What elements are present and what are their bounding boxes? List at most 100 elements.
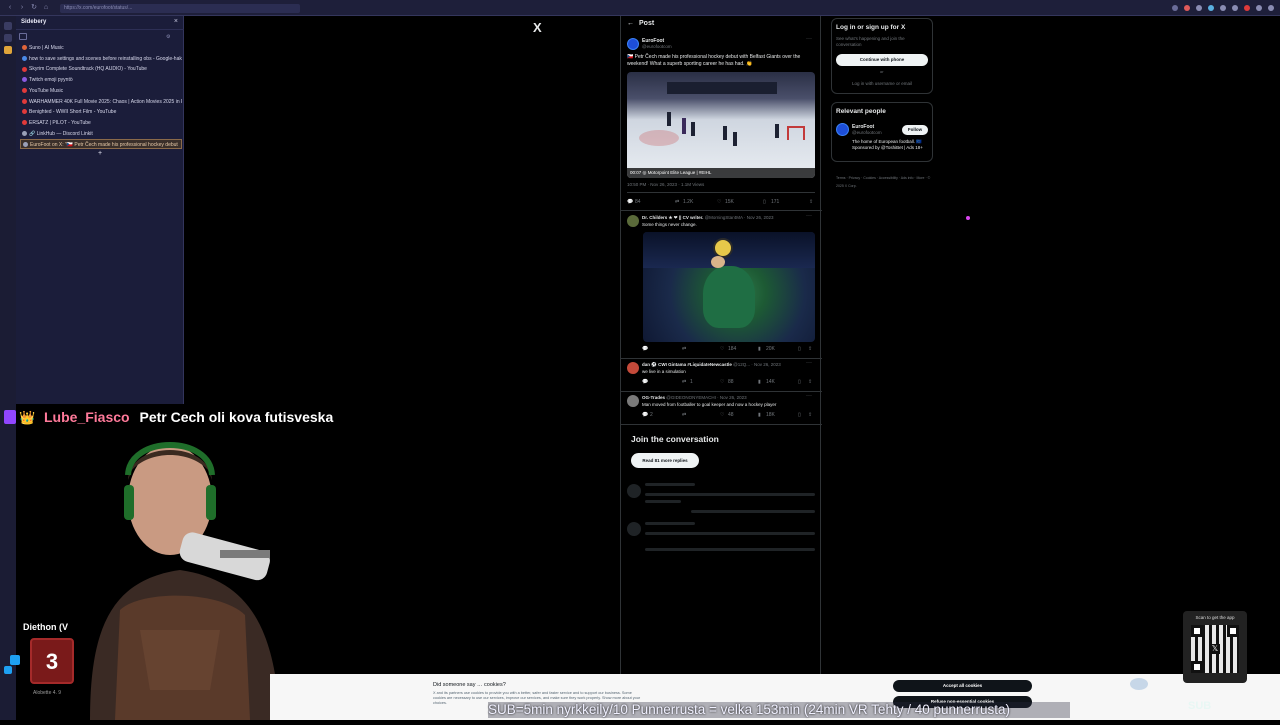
reply-handle[interactable]: @12Q... · Nov 26, 2023 <box>733 362 781 367</box>
read-more-replies-button[interactable]: Read 81 more replies <box>631 453 699 468</box>
back-icon[interactable]: ‹ <box>6 4 14 12</box>
crown-icon: 👑 <box>19 410 36 425</box>
footer-links[interactable]: Terms · Privacy · Cookies · Accessibilit… <box>836 174 932 190</box>
goalkeeper-image[interactable] <box>643 232 815 342</box>
panel-icon[interactable] <box>4 666 12 674</box>
hockey-video[interactable]: 00:07 ◎ Motorpoint Elite League | #EIHL <box>627 72 815 178</box>
sidebery-tab[interactable]: Skyrim Complete Soundtrack (HQ AUDIO) - … <box>20 64 182 74</box>
home-icon[interactable]: ⌂ <box>42 4 50 12</box>
menu-icon[interactable] <box>1268 5 1274 11</box>
player-figure <box>723 126 727 140</box>
sidebery-tab-label: ERSATZ | PILOT - YouTube <box>29 119 91 126</box>
reply-icon[interactable]: 💬 <box>642 379 648 385</box>
extension-icon[interactable] <box>1184 5 1190 11</box>
sidebery-tab[interactable]: how to save settings and scenes before r… <box>20 54 182 64</box>
favicon-icon <box>22 66 27 72</box>
like-icon[interactable]: ♡ <box>720 346 724 352</box>
reply-author[interactable]: Dr. Childers ★ ❤ || CV writer. <box>642 215 703 220</box>
loading-line <box>645 500 681 503</box>
panel-icon[interactable] <box>4 22 12 30</box>
bookmark-icon[interactable]: ▯ <box>798 346 801 352</box>
close-icon[interactable]: × <box>174 18 178 25</box>
sidebery-tab-label: how to save settings and scenes before r… <box>29 55 182 62</box>
avatar[interactable] <box>627 38 639 50</box>
sidebery-tab[interactable]: YouTube Music <box>20 86 182 96</box>
person-handle[interactable]: @eurofootcom <box>852 130 882 135</box>
views-icon[interactable]: ▮ <box>758 379 761 385</box>
reply-icon[interactable]: 💬 <box>642 412 648 418</box>
settings-icon[interactable]: ⚙ <box>166 34 170 40</box>
repost-icon[interactable]: ⇄ <box>682 412 686 418</box>
extension-icon[interactable] <box>1244 5 1250 11</box>
like-icon[interactable]: ♡ <box>717 199 721 205</box>
extension-icon[interactable] <box>1208 5 1214 11</box>
app-icon <box>10 655 20 665</box>
reply-author[interactable]: OG-Trades <box>642 395 665 400</box>
panel-icon[interactable] <box>4 46 12 54</box>
more-icon[interactable]: ··· <box>806 213 812 219</box>
avatar[interactable] <box>836 123 849 136</box>
reply-handle[interactable]: @MorningStar4MA · Nov 26, 2023 <box>705 215 774 220</box>
extension-icon[interactable] <box>1232 5 1238 11</box>
sidebery-tab[interactable]: Benighted - WWII Short Film - YouTube <box>20 107 182 117</box>
forward-icon[interactable]: › <box>18 4 26 12</box>
reply-handle[interactable]: @GIDEONONYEMACHI · Nov 26, 2023 <box>666 395 746 400</box>
login-subtitle: See what's happening and join the conver… <box>836 36 905 47</box>
favicon-icon <box>22 109 27 115</box>
sidebery-tab[interactable]: Twitch emoji pyyntö <box>20 75 182 85</box>
views-icon[interactable]: ▮ <box>758 412 761 418</box>
post-text: 🇨🇿 Petr Čech made his professional hocke… <box>627 54 801 67</box>
share-icon[interactable]: ⇪ <box>808 379 812 385</box>
post-meta: 10:50 PM · Nov 26, 2023 · 1.1M Views <box>627 182 705 187</box>
player-figure <box>691 122 695 136</box>
like-icon[interactable]: ♡ <box>720 379 724 385</box>
views-icon[interactable]: ▮ <box>758 346 761 352</box>
accept-cookies-button[interactable]: Accept all cookies <box>893 680 1032 692</box>
bookmark-icon[interactable]: ▯ <box>798 379 801 385</box>
author-handle[interactable]: @eurofootcom <box>642 44 672 49</box>
login-username-link[interactable]: Log in with username or email <box>836 81 928 86</box>
divider <box>621 358 822 359</box>
sidebery-tab[interactable]: ERSATZ | PILOT - YouTube <box>20 118 182 128</box>
reply-text: Some things never change. <box>642 222 697 227</box>
extension-icon[interactable] <box>1196 5 1202 11</box>
bookmark-icon[interactable]: ▯ <box>763 199 766 205</box>
divider <box>621 391 822 392</box>
sidebery-tab[interactable]: WARHAMMER 40K Full Movie 2025: Chaos | A… <box>20 97 182 107</box>
extension-icon[interactable] <box>1256 5 1262 11</box>
reply-icon[interactable]: 💬 <box>627 199 633 205</box>
bookmark-icon[interactable]: ▯ <box>798 412 801 418</box>
x-logo[interactable]: X <box>533 20 542 35</box>
reply-icon[interactable]: 💬 <box>642 346 648 352</box>
avatar[interactable] <box>627 362 639 374</box>
twitch-icon <box>4 410 16 424</box>
sidebery-tab[interactable]: 🔗 LinkHub — Discord Linkit <box>20 129 182 139</box>
extension-icon[interactable] <box>1220 5 1226 11</box>
like-icon[interactable]: ♡ <box>720 412 724 418</box>
more-icon[interactable]: ··· <box>806 360 812 366</box>
more-icon[interactable]: ··· <box>806 393 812 399</box>
url-bar[interactable]: https://x.com/eurofoot/status/... <box>60 4 300 13</box>
reply-author[interactable]: dan ⚽ CWI Gintama #LiquidateNewcastle <box>642 362 732 367</box>
sidebery-tab[interactable]: EuroFoot on X: "🇨🇿 Petr Čech made his pr… <box>20 139 182 150</box>
repost-icon[interactable]: ⇄ <box>675 199 679 205</box>
extension-icon[interactable] <box>1172 5 1178 11</box>
reload-icon[interactable]: ↻ <box>30 4 38 12</box>
share-icon[interactable]: ⇪ <box>808 346 812 352</box>
continue-with-phone-button[interactable]: Continue with phone <box>836 54 928 66</box>
back-arrow-icon[interactable]: ← <box>627 20 634 27</box>
favicon-icon <box>22 130 27 136</box>
repost-icon[interactable]: ⇄ <box>682 379 686 385</box>
favicon-icon <box>22 98 27 104</box>
repost-icon[interactable]: ⇄ <box>682 346 686 352</box>
share-icon[interactable]: ⇪ <box>808 412 812 418</box>
avatar[interactable] <box>627 395 639 407</box>
new-tab-icon[interactable] <box>19 33 27 40</box>
sub-banner: SUB=5min nyrkkeily/10 Punnerrusta = velk… <box>488 702 1070 718</box>
sidebery-tab[interactable]: Suno | AI Music <box>20 43 182 53</box>
panel-icon[interactable] <box>4 34 12 42</box>
share-icon[interactable]: ⇪ <box>809 199 813 205</box>
more-icon[interactable]: ··· <box>806 36 812 42</box>
avatar[interactable] <box>627 215 639 227</box>
follow-button[interactable]: Follow <box>902 125 928 135</box>
